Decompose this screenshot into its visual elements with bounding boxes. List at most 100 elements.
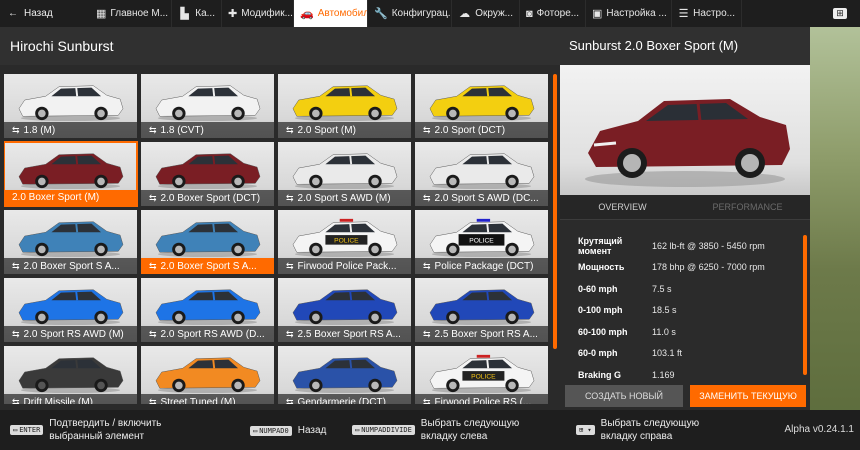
keyboard-icon: ▭ (355, 426, 360, 434)
vehicle-detail-panel: Sunburst 2.0 Boxer Sport (M) OVERVIEW PE… (560, 27, 810, 410)
car-image (18, 357, 124, 394)
car-image (155, 221, 261, 258)
vehicle-config-card[interactable]: ⇆ 2.0 Sport RS AWD (M) (4, 278, 137, 342)
vehicle-config-label: Street Tuned (M) (160, 397, 236, 404)
stat-label: 0-100 mph (578, 305, 623, 316)
vehicle-config-label: Firwood Police RS (... (434, 397, 532, 404)
vehicle-config-label-bar: ⇆ 2.0 Sport S AWD (DC... (415, 190, 548, 206)
detail-scrollbar[interactable] (803, 235, 807, 375)
car-image (18, 85, 124, 122)
vehicle-config-label: 2.0 Boxer Sport S A... (23, 261, 120, 272)
create-new-button[interactable]: СОЗДАТЬ НОВЫЙ (565, 385, 683, 407)
menu-toggle-button[interactable]: ⊞ (820, 0, 860, 27)
config-type-icon: ⇆ (12, 125, 20, 135)
config-type-icon: ⇆ (12, 261, 20, 271)
hint-key-label: ENTER (19, 426, 41, 434)
stat-row: 0-60 mph 7.5 s (560, 278, 810, 300)
tab-map[interactable]: ▙ Ка... (172, 0, 222, 27)
tab-overview[interactable]: OVERVIEW (560, 195, 685, 219)
tab-label: Настро... (693, 8, 735, 19)
vehicle-config-label-bar: ⇆ 1.8 (M) (4, 122, 137, 138)
vehicle-list-scrollbar[interactable] (553, 74, 557, 349)
back-button[interactable]: ← Назад (0, 0, 90, 27)
tab-puzzle[interactable]: ✚ Модифик... (222, 0, 294, 27)
stat-label: 60-100 mph (578, 326, 628, 337)
stat-label: Мощность (578, 262, 625, 273)
stat-label: Крутящий момент (578, 235, 623, 256)
hint-text: Выбрать следующую вкладку слева (420, 418, 520, 442)
config-type-icon: ⇆ (286, 193, 294, 203)
replace-current-button[interactable]: ЗАМЕНИТЬ ТЕКУЩУЮ (690, 385, 806, 407)
top-menu-bar: ← Назад ▦ Главное М... ▙ Ка... ✚ Модифик... 🚗 А… (0, 0, 860, 27)
vehicle-config-card[interactable]: POLICE ⇆ Firwood Police RS (... (415, 346, 548, 404)
vehicle-config-label-bar: ⇆ 2.0 Sport (DCT) (415, 122, 548, 138)
car-image (292, 85, 398, 122)
vehicle-config-label: Drift Missile (M) (23, 397, 93, 404)
vehicle-config-label-bar: ⇆ 2.0 Boxer Sport (DCT) (141, 190, 274, 206)
tab-sliders[interactable]: ☰ Настро... (672, 0, 742, 27)
controls-hint-bar: ▭ ENTER Подтвердить / включить выбранный … (0, 410, 860, 450)
tab-weather[interactable]: ☁ Окруж... (452, 0, 520, 27)
vehicle-config-card[interactable]: ⇆ Gendarmerie (DCT) (278, 346, 411, 404)
map-icon: ▙ (180, 8, 189, 20)
stat-label: 0-60 mph (578, 283, 618, 294)
vehicle-config-label: 2.0 Sport (M) (297, 125, 356, 136)
vehicle-config-label: 2.0 Sport RS AWD (M) (23, 329, 124, 340)
vehicle-config-card[interactable]: ⇆ 2.5 Boxer Sport RS A... (278, 278, 411, 342)
stat-row: Крутящий момент 162 lb-ft @ 3850 - 5450 r… (560, 235, 810, 257)
vehicle-config-card[interactable]: ⇆ 2.0 Sport (M) (278, 74, 411, 138)
window-icon: ▣ (592, 8, 603, 20)
vehicle-config-label-bar: ⇆ Firwood Police RS (... (415, 394, 548, 404)
gamepad-key-icon: ⊞ ▾ (576, 425, 595, 435)
stat-label: 60-0 mph (578, 348, 618, 359)
config-type-icon: ⇆ (423, 261, 431, 271)
vehicle-config-label: Firwood Police Pack... (297, 261, 397, 272)
vehicle-config-label: 2.0 Sport S AWD (DC... (434, 193, 539, 204)
vehicle-config-label: 2.0 Boxer Sport (DCT) (160, 193, 261, 204)
vehicle-config-card[interactable]: ⇆ Street Tuned (M) (141, 346, 274, 404)
keyboard-icon: ▭ (253, 426, 258, 435)
vehicle-config-card[interactable]: ⇆ 1.8 (CVT) (141, 74, 274, 138)
vehicle-model-title: Hirochi Sunburst (0, 27, 560, 65)
game-window: ← Назад ▦ Главное М... ▙ Ка... ✚ Модифик... 🚗 А… (0, 0, 860, 450)
vehicle-config-card[interactable]: POLICE ⇆ Firwood Police Pack... (278, 210, 411, 274)
vehicle-config-card[interactable]: ⇆ Drift Missile (M) (4, 346, 137, 404)
tab-label: Конфигурац... (391, 8, 452, 19)
vehicle-config-card[interactable]: ⇆ 2.0 Boxer Sport S A... (4, 210, 137, 274)
tab-wrench[interactable]: 🔧 Конфигурац... (368, 0, 452, 27)
stat-value: 7.5 s (652, 283, 672, 294)
vehicle-config-card[interactable]: ⇆ 2.5 Boxer Sport RS A... (415, 278, 548, 342)
tab-performance[interactable]: PERFORMANCE (685, 195, 810, 219)
stat-label: Braking G (578, 369, 622, 380)
vehicle-config-card[interactable]: ⇆ 2.0 Boxer Sport (DCT) (141, 142, 274, 206)
vehicle-config-label-bar: ⇆ Police Package (DCT) (415, 258, 548, 274)
tab-label: Настройка ... (606, 8, 667, 19)
vehicle-config-label: Gendarmerie (DCT) (297, 397, 386, 404)
vehicle-config-card[interactable]: 2.0 Boxer Sport (M) (4, 141, 138, 207)
vehicle-config-card[interactable]: ⇆ 2.0 Sport S AWD (DC... (415, 142, 548, 206)
vehicle-config-label: 2.0 Boxer Sport (M) (12, 192, 100, 203)
performance-stats: Крутящий момент 162 lb-ft @ 3850 - 5450 r… (560, 235, 810, 386)
tab-car[interactable]: 🚗Автомобили (294, 0, 368, 27)
vehicle-config-card[interactable]: ⇆ 2.0 Sport RS AWD (D... (141, 278, 274, 342)
tab-home[interactable]: ▦ Главное М... (90, 0, 172, 27)
vehicle-config-label: 1.8 (CVT) (160, 125, 204, 136)
car-image (18, 153, 124, 190)
config-type-icon: ⇆ (423, 193, 431, 203)
vehicle-config-card[interactable]: POLICE ⇆ Police Package (DCT) (415, 210, 548, 274)
hint-numpad-divide: ▭ NUMPADDIVIDE Выбрать следующую вкладку … (352, 417, 551, 443)
tab-label: Фоторе... (536, 8, 580, 19)
tab-label: Модифик... (241, 8, 293, 19)
car-image (292, 289, 398, 326)
hint-next-tab-right: ⊞ ▾ Выбрать следующую вкладку справа (576, 417, 731, 443)
hint-text: Назад (297, 425, 327, 436)
tab-window[interactable]: ▣ Настройка ... (586, 0, 672, 27)
vehicle-config-card[interactable]: ⇆ 2.0 Boxer Sport S A... (141, 210, 274, 274)
config-type-icon: ⇆ (12, 397, 20, 404)
vehicle-config-card[interactable]: ⇆ 2.0 Sport S AWD (M) (278, 142, 411, 206)
vehicle-config-card[interactable]: ⇆ 2.0 Sport (DCT) (415, 74, 548, 138)
vehicle-config-card[interactable]: ⇆ 1.8 (M) (4, 74, 137, 138)
tab-camera[interactable]: ◙ Фоторе... (520, 0, 586, 27)
config-type-icon: ⇆ (286, 261, 294, 271)
car-image (429, 289, 535, 326)
